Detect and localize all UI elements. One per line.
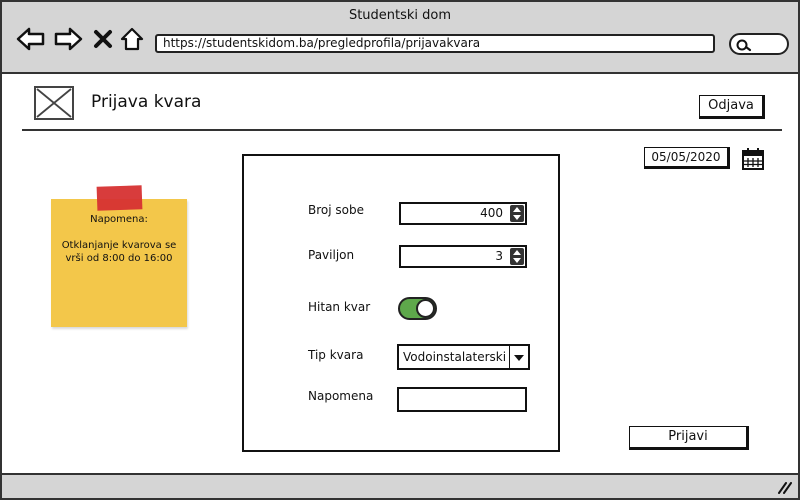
pavilion-stepper[interactable]: 3 (399, 245, 527, 268)
back-button[interactable] (16, 24, 46, 54)
calendar-button[interactable] (741, 147, 765, 175)
pavilion-value: 3 (495, 249, 503, 263)
room-number-value: 400 (480, 206, 503, 220)
fault-type-select[interactable]: Vodoinstalaterski (397, 344, 530, 370)
room-number-label: Broj sobe (308, 203, 364, 217)
room-number-stepper[interactable]: 400 (399, 202, 527, 225)
date-field[interactable]: 05/05/2020 (644, 147, 730, 169)
calendar-icon (742, 148, 764, 170)
image-placeholder-icon (36, 88, 72, 118)
remark-input[interactable] (397, 387, 527, 412)
close-icon (94, 30, 112, 48)
home-button[interactable] (117, 24, 147, 54)
forward-button[interactable] (53, 24, 83, 54)
stop-button[interactable] (88, 24, 118, 54)
arrow-right-icon (54, 27, 83, 51)
submit-button[interactable]: Prijavi (629, 426, 749, 450)
browser-window: Studentski dom https://studentskidom.ba/… (0, 0, 800, 500)
resize-grip-icon[interactable] (776, 480, 792, 494)
fault-type-value: Vodoinstalaterski (403, 350, 507, 364)
url-bar[interactable]: https://studentskidom.ba/pregledprofila/… (155, 34, 715, 53)
sticky-note: Napomena: Otklanjanje kvarova se vrši od… (51, 199, 187, 327)
logout-button[interactable]: Odjava (699, 95, 765, 119)
header-divider (22, 129, 782, 131)
note-tape (96, 185, 143, 211)
page-title: Prijava kvara (91, 92, 202, 112)
home-icon (120, 27, 144, 51)
logo (34, 86, 74, 120)
note-title: Napomena: (90, 214, 148, 225)
urgent-toggle[interactable] (398, 297, 437, 320)
urgent-label: Hitan kvar (308, 300, 371, 314)
browser-toolbar: Studentski dom https://studentskidom.ba/… (2, 2, 798, 74)
remark-label: Napomena (308, 389, 374, 403)
pavilion-label: Paviljon (308, 248, 355, 262)
note-text: Otklanjanje kvarova se vrši od 8:00 do 1… (61, 240, 177, 264)
window-title: Studentski dom (348, 8, 452, 23)
stepper-arrows-icon[interactable] (510, 205, 524, 222)
arrow-left-icon (16, 27, 45, 51)
chevron-down-icon[interactable] (509, 346, 528, 368)
toggle-knob (416, 299, 435, 318)
stepper-arrows-icon[interactable] (510, 248, 524, 265)
search-button[interactable] (729, 33, 789, 55)
fault-type-label: Tip kvara (308, 348, 364, 362)
status-bar (2, 473, 798, 498)
search-icon (736, 39, 752, 52)
